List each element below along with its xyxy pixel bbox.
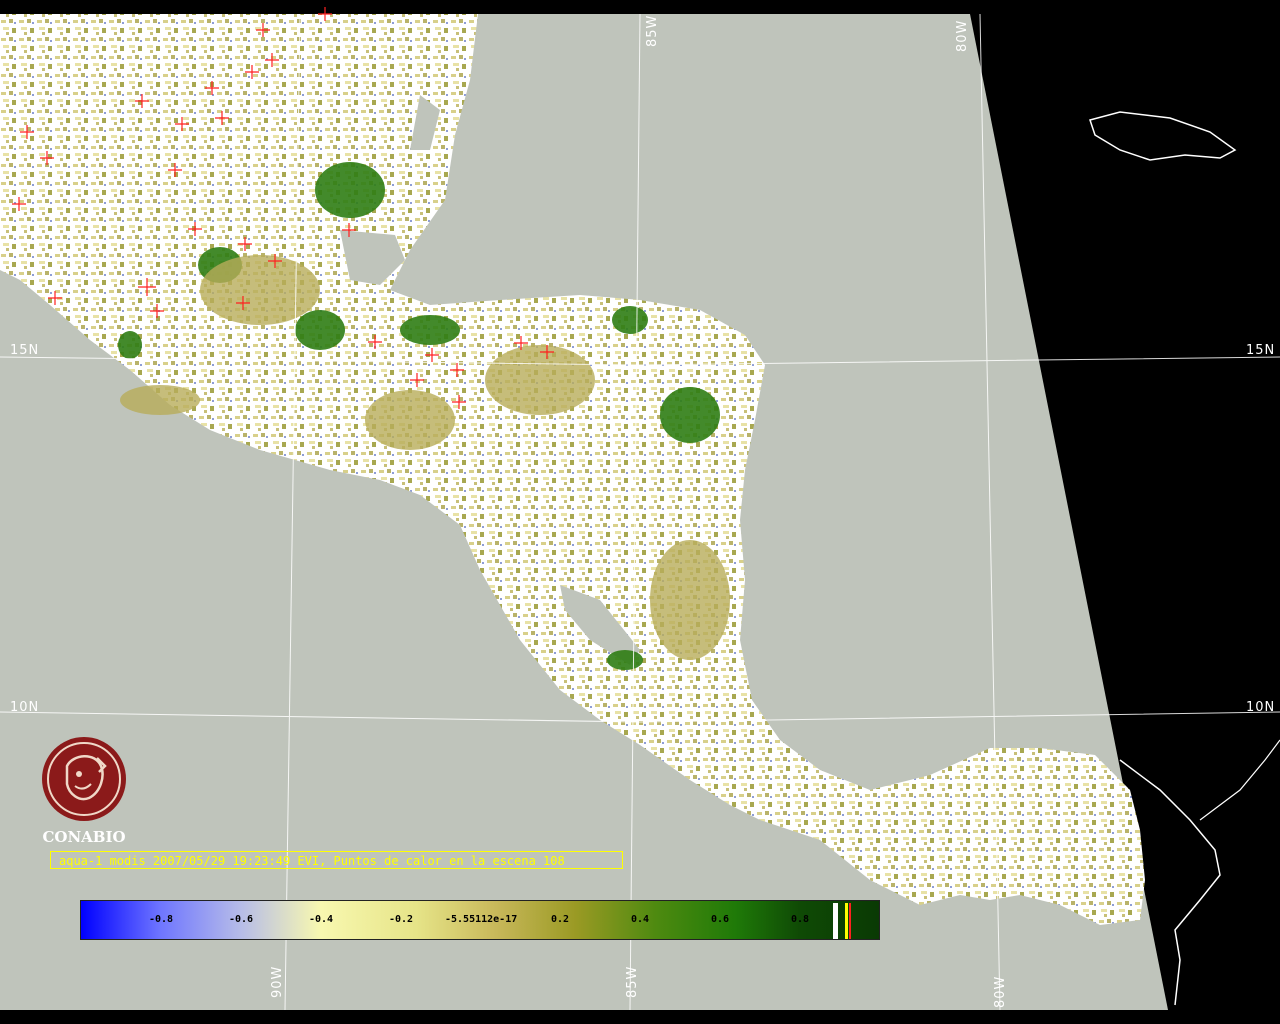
legend-tick: 0.8 <box>791 914 810 925</box>
legend-tick: 0.4 <box>631 914 650 925</box>
conabio-logo: CONABIO <box>36 736 132 846</box>
legend-tick: -5.55112e-17 <box>445 914 518 925</box>
logo-name: CONABIO <box>42 828 126 846</box>
lon-label-85w-top: 85W <box>645 14 660 47</box>
lat-label-15n-right: 15N <box>1246 343 1276 358</box>
lon-label-90w-bottom: 90W <box>270 965 285 998</box>
lon-label-80w-top: 80W <box>955 19 970 52</box>
lon-label-80w-bottom: 80W <box>993 975 1008 1008</box>
legend-tick: 0.6 <box>711 914 730 925</box>
satellite-map <box>0 0 1280 1024</box>
legend-tick: -0.8 <box>149 914 174 925</box>
evi-color-legend: -0.8 -0.6 -0.4 -0.2 -5.55112e-17 0.2 0.4… <box>80 900 880 940</box>
legend-tick: -0.4 <box>309 914 334 925</box>
legend-tick: -0.6 <box>229 914 254 925</box>
legend-special-marks <box>833 903 851 939</box>
conabio-macaw-seal-icon <box>42 737 126 821</box>
lat-label-15n-left: 15N <box>10 343 40 358</box>
lat-label-10n-right: 10N <box>1246 700 1276 715</box>
lon-label-85w-bottom: 85W <box>625 965 640 998</box>
lat-label-10n-left: 10N <box>10 700 40 715</box>
legend-tick: -0.2 <box>389 914 414 925</box>
scene-caption: aqua-1 modis 2007/05/29 19:23:49 EVI, Pu… <box>50 851 623 869</box>
legend-tick: 0.2 <box>551 914 570 925</box>
